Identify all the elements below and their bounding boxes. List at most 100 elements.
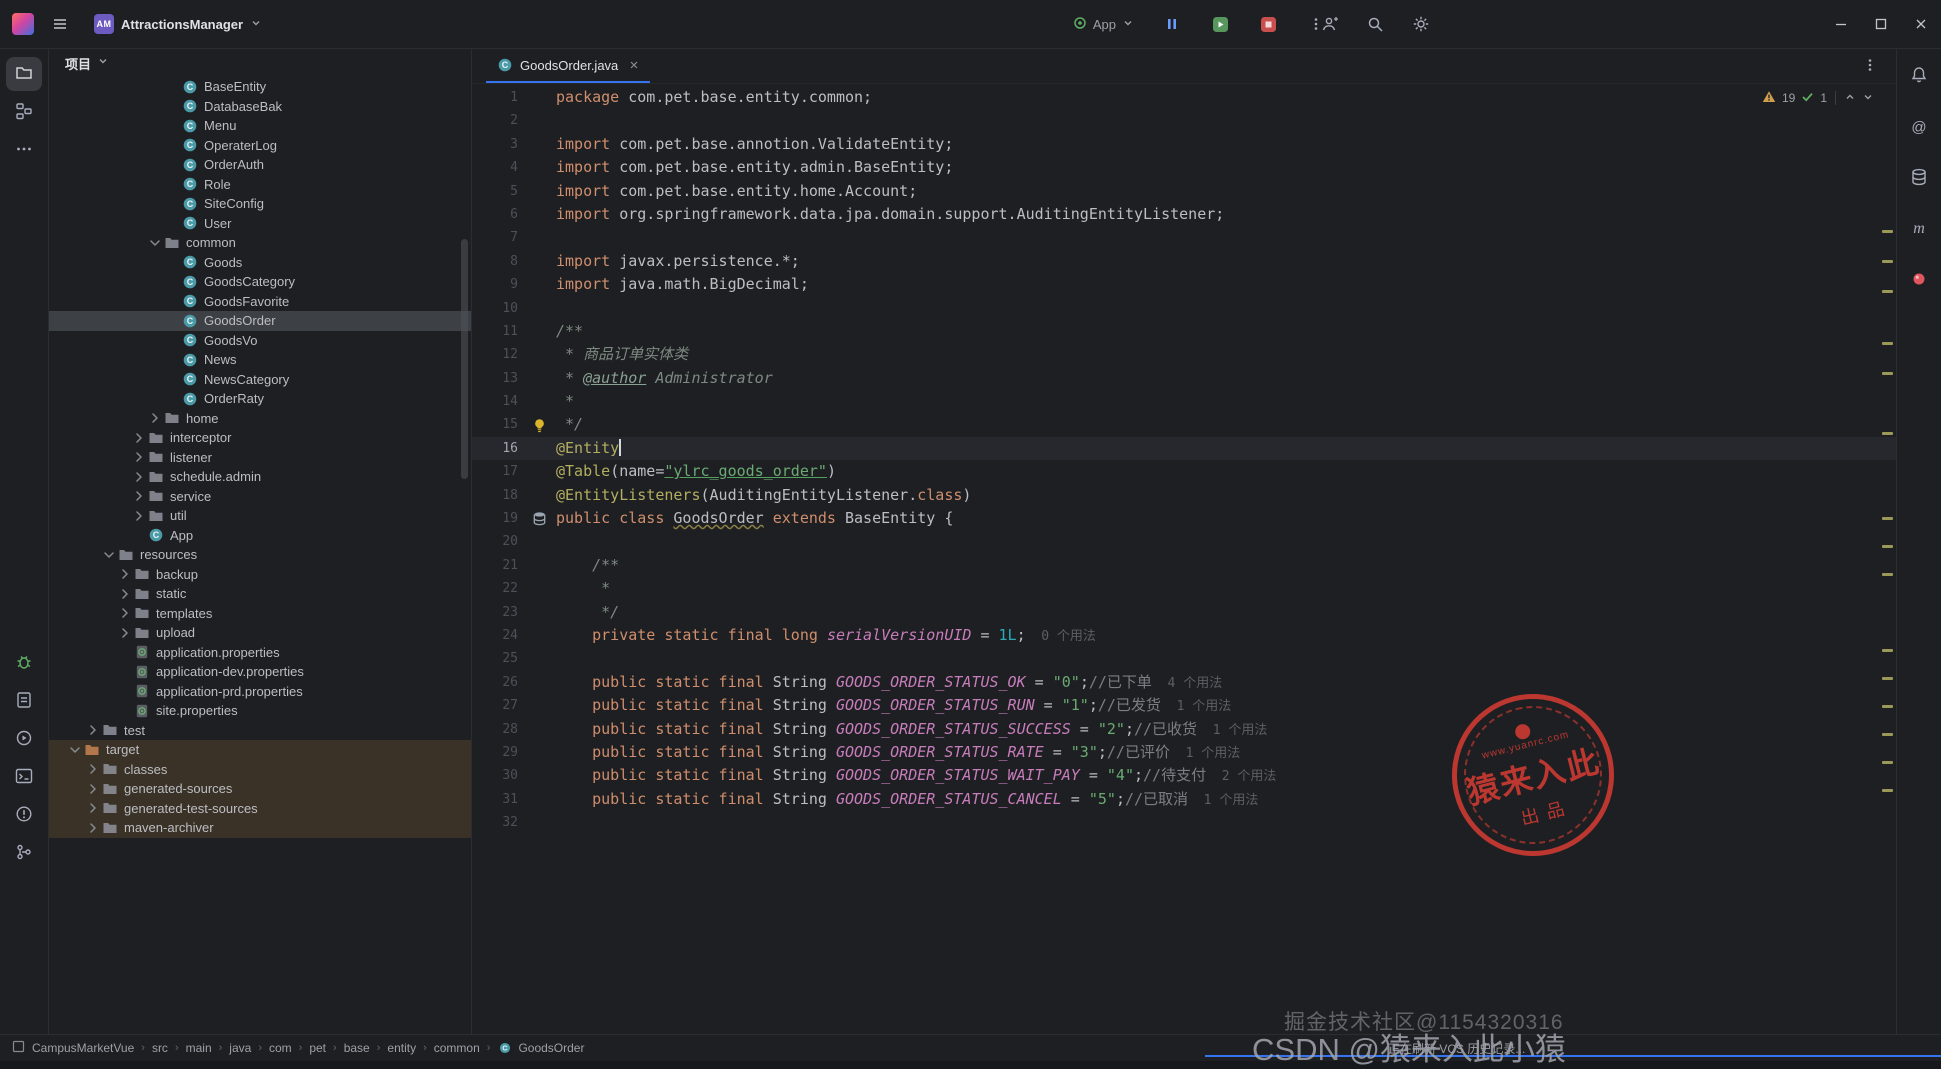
tree-item-OrderAuth[interactable]: C OrderAuth [49,155,471,175]
code-line-31[interactable]: 31 public static final String GOODS_ORDE… [472,788,1896,811]
code-line-1[interactable]: 1 package com.pet.base.entity.common; [472,86,1896,109]
tree-item-OperaterLog[interactable]: C OperaterLog [49,136,471,156]
code-line-6[interactable]: 6 import org.springframework.data.jpa.dom… [472,203,1896,226]
tree-item-GoodsOrder[interactable]: C GoodsOrder [49,311,471,331]
code-line-22[interactable]: 22 * [472,577,1896,600]
run-config-selector[interactable]: App [1067,12,1140,37]
tree-item-target[interactable]: target [49,740,471,760]
tree-item-schedule.admin[interactable]: schedule.admin [49,467,471,487]
line-number[interactable]: 16 [472,437,522,460]
breadcrumb-item[interactable]: src [152,1041,168,1055]
tree-item-BaseEntity[interactable]: C BaseEntity [49,77,471,97]
tree-item-templates[interactable]: templates [49,604,471,624]
tree-item-GoodsVo[interactable]: C GoodsVo [49,331,471,351]
project-selector[interactable]: AM AttractionsManager [86,10,270,38]
code-line-23[interactable]: 23 */ [472,601,1896,624]
code-with-me-button[interactable] [1313,8,1345,40]
tree-item-Goods[interactable]: C Goods [49,253,471,273]
line-number[interactable]: 8 [472,250,522,273]
chevron-down-icon[interactable] [1862,91,1874,106]
chevron-right-icon[interactable] [85,820,101,836]
line-number[interactable]: 31 [472,788,522,811]
chevron-right-icon[interactable] [131,430,147,446]
tree-item-site.properties[interactable]: site.properties [49,701,471,721]
version-control-tool-button[interactable] [6,836,42,870]
tree-item-News[interactable]: C News [49,350,471,370]
tree-item-home[interactable]: home [49,409,471,429]
tree-item-OrderRaty[interactable]: C OrderRaty [49,389,471,409]
line-number[interactable]: 32 [472,811,522,834]
chevron-right-icon[interactable] [117,586,133,602]
warning-stripe-mark[interactable] [1882,260,1893,263]
tree-item-GoodsCategory[interactable]: C GoodsCategory [49,272,471,292]
line-number[interactable]: 17 [472,460,522,483]
chevron-down-icon[interactable] [147,235,163,251]
code-line-12[interactable]: 12 * 商品订单实体类 [472,343,1896,366]
breadcrumb-item[interactable]: pet [309,1041,326,1055]
code-line-10[interactable]: 10 [472,297,1896,320]
code-line-24[interactable]: 24 private static final long serialVersi… [472,624,1896,647]
code-line-7[interactable]: 7 [472,226,1896,249]
breadcrumb-item[interactable]: common [434,1041,480,1055]
code-line-3[interactable]: 3 import com.pet.base.annotion.ValidateEn… [472,133,1896,156]
warning-stripe-mark[interactable] [1882,545,1893,548]
line-number[interactable]: 24 [472,624,522,647]
breadcrumb-module[interactable]: CampusMarketVue [32,1041,134,1055]
warning-stripe-mark[interactable] [1882,372,1893,375]
code-line-17[interactable]: 17 @Table(name="ylrc_goods_order") [472,460,1896,483]
code-line-11[interactable]: 11 /** [472,320,1896,343]
line-number[interactable]: 30 [472,764,522,787]
tree-item-application-prd.properties[interactable]: application-prd.properties [49,682,471,702]
line-number[interactable]: 20 [472,530,522,553]
tree-item-upload[interactable]: upload [49,623,471,643]
chevron-up-icon[interactable] [1844,91,1856,106]
warning-stripe-mark[interactable] [1882,789,1893,792]
breadcrumb-item[interactable]: base [344,1041,370,1055]
tree-item-resources[interactable]: resources [49,545,471,565]
line-number[interactable]: 11 [472,320,522,343]
tree-item-SiteConfig[interactable]: C SiteConfig [49,194,471,214]
line-number[interactable]: 14 [472,390,522,413]
warning-stripe-mark[interactable] [1882,432,1893,435]
line-number[interactable]: 10 [472,297,522,320]
warning-stripe-mark[interactable] [1882,733,1893,736]
code-line-21[interactable]: 21 /** [472,554,1896,577]
project-panel-header[interactable]: 项目 [49,49,471,77]
tree-item-generated-sources[interactable]: generated-sources [49,779,471,799]
code-line-29[interactable]: 29 public static final String GOODS_ORDE… [472,741,1896,764]
tab-goodsorder-java[interactable]: C GoodsOrder.java [486,49,651,83]
code-line-14[interactable]: 14 * [472,390,1896,413]
line-number[interactable]: 15 [472,413,522,436]
warning-stripe-mark[interactable] [1882,290,1893,293]
tree-item-Menu[interactable]: C Menu [49,116,471,136]
chevron-right-icon[interactable] [131,469,147,485]
main-menu-button[interactable] [44,8,76,40]
tree-item-generated-test-sources[interactable]: generated-test-sources [49,798,471,818]
line-number[interactable]: 26 [472,671,522,694]
tree-item-App[interactable]: C App [49,526,471,546]
warning-stripe-mark[interactable] [1882,230,1893,233]
tree-item-DatabaseBak[interactable]: C DatabaseBak [49,97,471,117]
line-number[interactable]: 1 [472,86,522,109]
rerun-button[interactable] [1204,8,1236,40]
tree-item-Role[interactable]: C Role [49,175,471,195]
warning-stripe-mark[interactable] [1882,573,1893,576]
warning-stripe-mark[interactable] [1882,517,1893,520]
structure-tool-button[interactable] [6,95,42,129]
code-line-13[interactable]: 13 * @author Administrator [472,367,1896,390]
line-number[interactable]: 27 [472,694,522,717]
line-number[interactable]: 29 [472,741,522,764]
tree-item-application-dev.properties[interactable]: application-dev.properties [49,662,471,682]
code-line-18[interactable]: 18 @EntityListeners(AuditingEntityListene… [472,484,1896,507]
close-button[interactable] [1901,0,1941,48]
breadcrumb-item[interactable]: entity [387,1041,416,1055]
chevron-right-icon[interactable] [131,508,147,524]
pause-button[interactable] [1156,8,1188,40]
line-number[interactable]: 5 [472,180,522,203]
code-line-9[interactable]: 9 import java.math.BigDecimal; [472,273,1896,296]
code-line-27[interactable]: 27 public static final String GOODS_ORDE… [472,694,1896,717]
debug-tool-button[interactable] [6,646,42,680]
code-line-8[interactable]: 8 import javax.persistence.*; [472,250,1896,273]
tree-item-service[interactable]: service [49,487,471,507]
chevron-right-icon[interactable] [117,566,133,582]
